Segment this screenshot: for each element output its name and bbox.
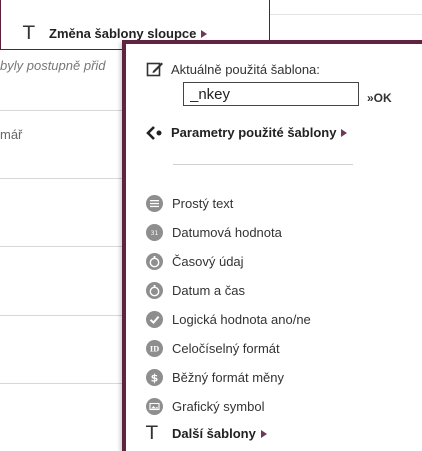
template-dropdown-menu: Aktuálně použitá šablona: »OK Parametry …	[122, 40, 422, 451]
type-item-label: Grafický symbol	[172, 399, 265, 414]
currency-icon: $	[146, 369, 163, 386]
template-type-list: Prostý text 31 Datumová hodnota Časový ú…	[146, 189, 311, 421]
type-item-currency[interactable]: $ Běžný formát měny	[146, 363, 311, 392]
T-icon: T	[23, 22, 35, 44]
type-item-plain-text[interactable]: Prostý text	[146, 189, 311, 218]
background-row-divider	[0, 178, 130, 179]
submenu-arrow-icon	[260, 429, 267, 438]
type-item-time[interactable]: Časový údaj	[146, 247, 311, 276]
edit-icon	[146, 62, 163, 77]
background-left-label: mář	[0, 127, 23, 142]
type-item-label: Datum a čas	[172, 283, 245, 298]
background-row-divider	[0, 246, 130, 247]
type-item-label: Prostý text	[172, 196, 234, 211]
stopwatch-icon	[146, 282, 163, 299]
template-name-input[interactable]	[183, 82, 359, 106]
type-item-label: Časový údaj	[172, 254, 244, 269]
template-parameters-label: Parametry použité šablony	[171, 125, 337, 140]
chevron-back-icon	[146, 125, 162, 140]
submenu-arrow-icon	[341, 128, 348, 137]
type-item-graphic-symbol[interactable]: Grafický symbol	[146, 392, 311, 421]
type-item-integer[interactable]: ID Celočíselný formát	[146, 334, 311, 363]
more-templates-label: Další šablony	[172, 426, 256, 441]
svg-text:$: $	[151, 372, 159, 385]
current-template-heading: Aktuálně použitá šablona:	[146, 60, 320, 78]
type-item-label: Logická hodnota ano/ne	[172, 312, 311, 327]
type-item-datetime[interactable]: Datum a čas	[146, 276, 311, 305]
checkmark-icon	[146, 311, 163, 328]
template-parameters-item[interactable]: Parametry použité šablony	[146, 125, 348, 140]
plain-text-icon	[146, 195, 163, 212]
background-row-divider	[0, 110, 130, 111]
type-item-label: Datumová hodnota	[172, 225, 282, 240]
more-templates-item[interactable]: T Další šablony	[146, 424, 267, 443]
type-item-boolean[interactable]: Logická hodnota ano/ne	[146, 305, 311, 334]
ok-button[interactable]: »OK	[367, 91, 392, 105]
svg-text:ID: ID	[150, 344, 159, 353]
T-icon: T	[146, 422, 158, 444]
menu-divider	[173, 164, 353, 165]
type-item-label: Celočíselný formát	[172, 341, 280, 356]
svg-text:31: 31	[151, 230, 159, 237]
image-icon	[146, 398, 163, 415]
stopwatch-icon	[146, 253, 163, 270]
submenu-arrow-icon	[201, 29, 208, 38]
current-template-label: Aktuálně použitá šablona:	[171, 61, 320, 77]
background-italic-text: byly postupně přid	[0, 58, 106, 73]
background-row-divider	[0, 315, 130, 316]
change-column-template-label: Změna šablony sloupce	[49, 26, 197, 41]
integer-icon: ID	[146, 340, 163, 357]
type-item-date[interactable]: 31 Datumová hodnota	[146, 218, 311, 247]
type-item-label: Běžný formát měny	[172, 370, 284, 385]
background-row-divider	[0, 383, 130, 384]
calendar-icon: 31	[146, 224, 163, 241]
